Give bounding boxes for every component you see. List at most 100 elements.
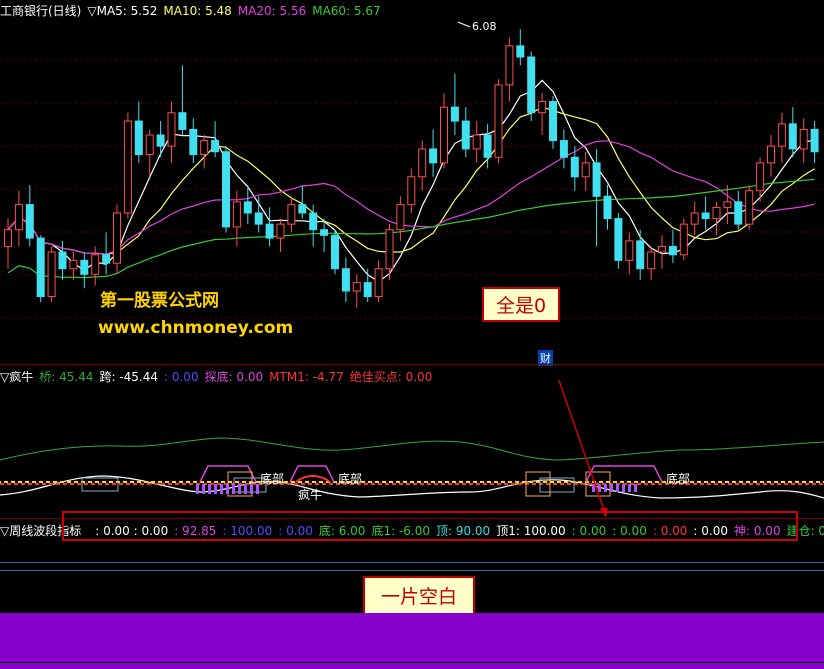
purple-bar (622, 484, 625, 492)
candle-body (668, 245, 677, 256)
candle-body (516, 45, 525, 58)
candle-body (47, 251, 56, 298)
candle-body (603, 195, 612, 220)
panel-divider-4 (0, 570, 824, 571)
candle-body (178, 112, 187, 130)
candle-body (385, 229, 394, 270)
purple-bar (628, 484, 631, 492)
candle-body (320, 229, 329, 236)
purple-bar (256, 484, 259, 494)
candle-body (788, 123, 797, 150)
candle-body (472, 134, 481, 150)
candle-body (418, 148, 427, 178)
candle-body (374, 268, 383, 298)
purple-bar (220, 484, 223, 494)
candle-body (734, 201, 743, 225)
candle-body (91, 254, 100, 275)
candle-body (756, 162, 765, 192)
purple-bar (244, 484, 247, 494)
candle-body (189, 128, 198, 156)
candle-body (494, 84, 503, 158)
purple-bar (214, 484, 217, 494)
candle-body (745, 190, 754, 225)
label-fengniu: 疯牛 (298, 487, 322, 502)
fengniu-indicator-chart: 底部 底部 底部 疯牛 (0, 380, 824, 518)
candle-body (123, 120, 132, 214)
candle-body (309, 212, 318, 231)
candle-body (701, 212, 710, 220)
candle-body (4, 229, 12, 247)
purple-bar (598, 484, 601, 492)
candle-body (549, 101, 557, 142)
purple-bar (250, 484, 253, 494)
panel-divider-3 (0, 562, 824, 563)
candle-body (156, 134, 165, 147)
purple-bar (634, 484, 637, 492)
candle-body (450, 106, 459, 122)
candle-body (232, 201, 241, 228)
candle-body (614, 218, 623, 261)
candle-body (298, 204, 307, 214)
candle-body (265, 223, 274, 239)
candle-body (647, 251, 656, 270)
candle-body (658, 245, 666, 253)
candle-body (276, 223, 285, 239)
candle-body (777, 123, 786, 147)
watermark-url: www.chnmoney.com (98, 318, 294, 338)
panel-divider-1 (0, 364, 824, 365)
candle-body (331, 234, 339, 270)
candle-body (810, 128, 819, 153)
candle-body (723, 201, 732, 208)
purple-bar (238, 484, 241, 494)
purple-bar (592, 484, 595, 492)
bottom-divider (0, 662, 824, 663)
purple-bar (604, 484, 607, 492)
candle-body (592, 162, 601, 197)
purple-bar (196, 484, 199, 494)
watermark-site-name: 第一股票公式网 (100, 291, 219, 311)
purple-volume-band (0, 613, 824, 669)
purple-bar (208, 484, 211, 494)
purple-bar (232, 484, 235, 494)
candle-body (134, 120, 143, 155)
candle-body (352, 282, 361, 292)
white-oscillator-line (0, 475, 824, 499)
candle-body (14, 204, 23, 231)
candle-body (80, 259, 89, 275)
candle-body (167, 112, 176, 147)
candle-body (559, 140, 568, 158)
candle-body (341, 268, 350, 292)
candle-body (69, 259, 78, 270)
candle-body (396, 204, 405, 231)
candle-body (581, 162, 590, 178)
candle-body (58, 251, 67, 270)
candle-body (102, 254, 111, 264)
magenta-top-line-3 (585, 465, 663, 483)
purple-bar (226, 484, 229, 494)
candle-body (429, 148, 438, 164)
candle-body (712, 206, 721, 220)
candle-body (636, 240, 645, 270)
highlight-box-zero-values (62, 511, 798, 541)
candle-body (243, 201, 252, 214)
callout-all-zero: 全是0 (482, 287, 561, 322)
candle-body (36, 237, 45, 298)
candle-body (505, 45, 514, 86)
candle-body (200, 140, 209, 155)
candle-body (527, 56, 536, 114)
callout-blank-area: 一片空白 (363, 576, 476, 615)
candle-body (287, 204, 296, 225)
candle-body (690, 212, 699, 225)
candle-body (570, 156, 579, 178)
candle-body (25, 204, 34, 239)
candle-body (483, 134, 492, 158)
candle-body (222, 151, 230, 228)
candle-body (363, 282, 372, 298)
candle-body (211, 140, 220, 153)
candle-body (767, 145, 775, 164)
candle-body (254, 212, 263, 225)
green-envelope-line (0, 437, 824, 461)
label-bottom-3: 底部 (666, 471, 690, 486)
candle-body (625, 240, 634, 261)
purple-bar (610, 484, 613, 492)
